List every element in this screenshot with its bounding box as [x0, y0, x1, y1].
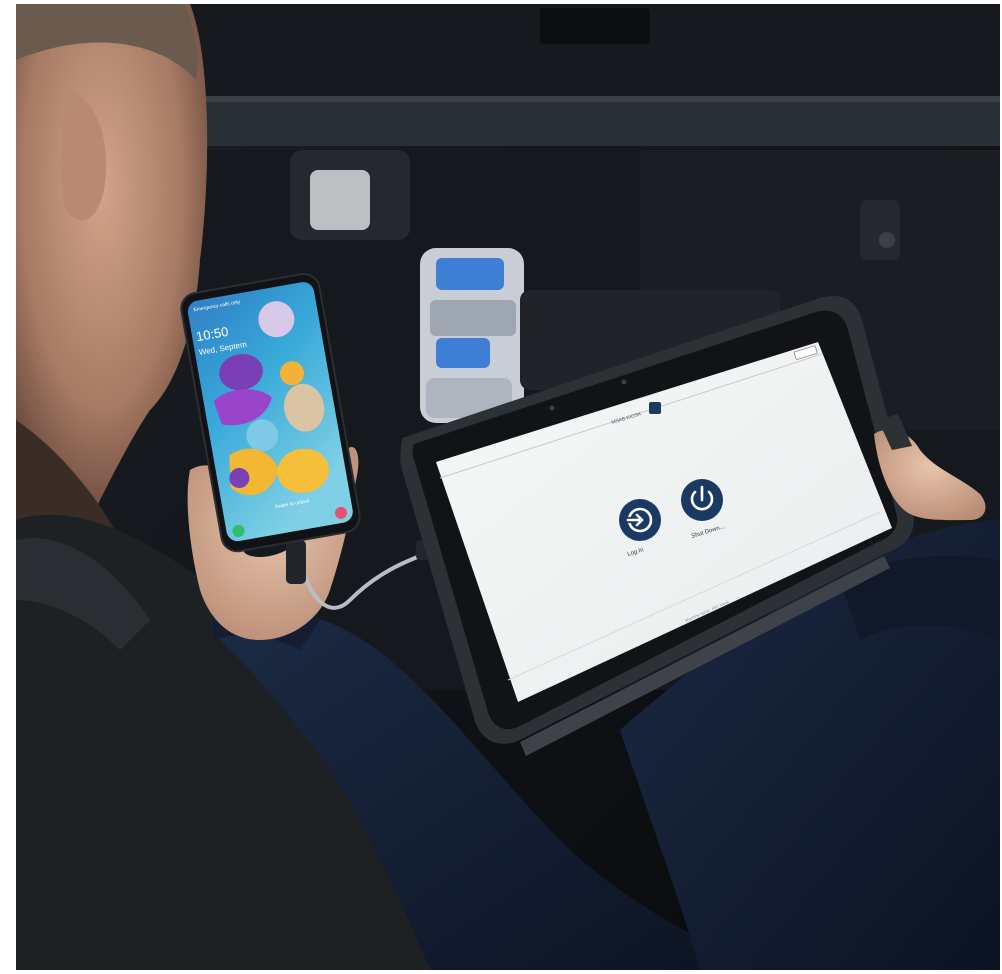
trunk-edge	[190, 98, 1000, 146]
photo-scene: Emergency calls only 10:50 Wed, Septem S…	[0, 0, 1002, 974]
kiosk-logo-icon	[649, 402, 661, 414]
charging-device	[420, 248, 524, 423]
